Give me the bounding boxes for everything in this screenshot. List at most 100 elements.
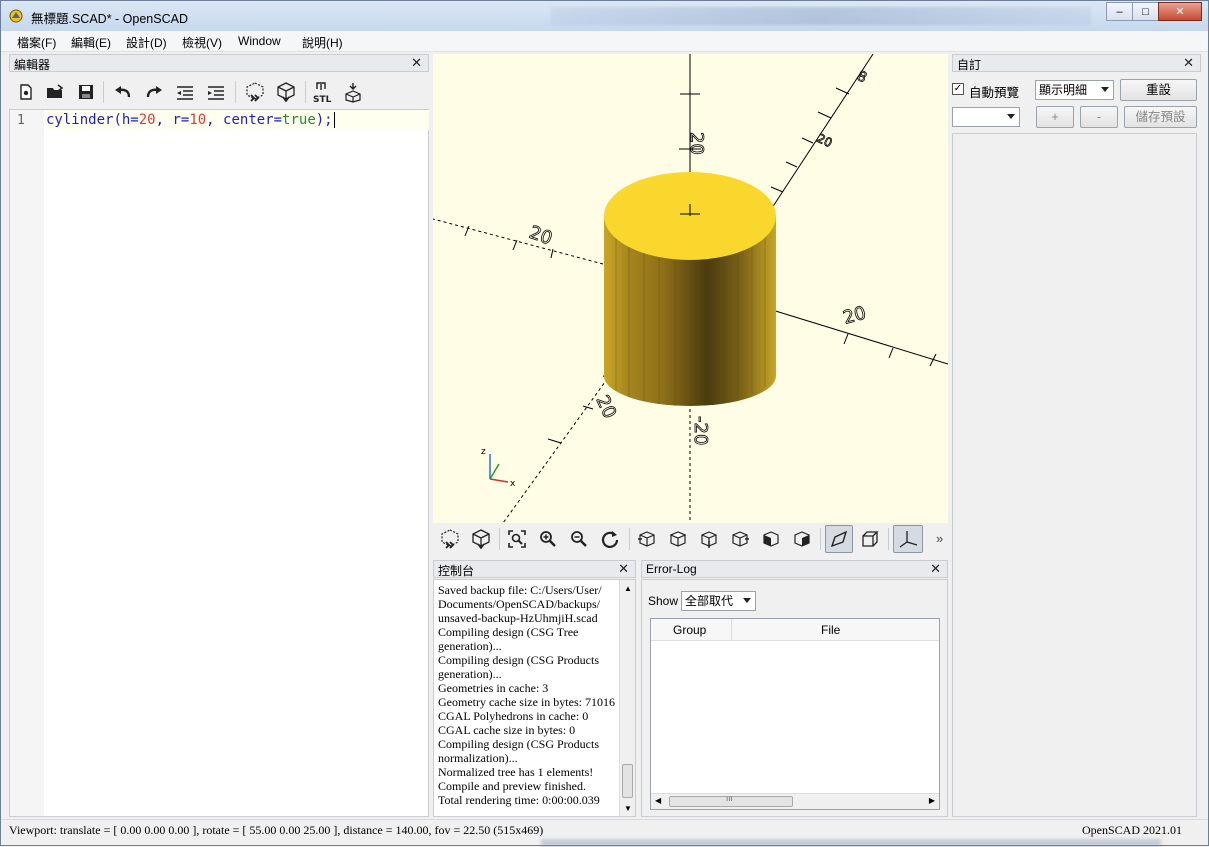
console-line: Compile and preview finished.: [438, 779, 586, 793]
redo-button[interactable]: [142, 80, 166, 104]
y-neg-axis-label: 20: [591, 392, 620, 422]
view-bottom-button[interactable]: [697, 527, 721, 551]
view-back-button[interactable]: [790, 527, 814, 551]
view-all-button[interactable]: [505, 527, 529, 551]
add-preset-button[interactable]: +: [1036, 106, 1074, 128]
console-scrollbar[interactable]: ▲ ▼: [619, 580, 635, 816]
errorlog-panel-title: Error-Log: [646, 562, 697, 576]
preset-select[interactable]: [952, 107, 1020, 127]
column-header-file[interactable]: File: [821, 623, 840, 637]
unindent-button[interactable]: [173, 80, 197, 104]
show-filter-value: 全部取代: [685, 594, 734, 608]
errorlog-table[interactable]: Group File ◀ ııı ▶: [650, 618, 940, 810]
scroll-down-arrow-icon[interactable]: ▼: [624, 804, 632, 813]
export-stl-button[interactable]: STL: [311, 80, 335, 104]
console-line: generation)...: [438, 667, 502, 681]
save-button[interactable]: [74, 80, 98, 104]
reset-view-button[interactable]: [598, 527, 622, 551]
code-number: 20: [138, 112, 156, 128]
menu-window[interactable]: Window: [238, 34, 281, 48]
scroll-left-arrow-icon[interactable]: ◀: [655, 796, 661, 805]
perspective-icon: [830, 530, 848, 548]
reset-button[interactable]: 重設: [1120, 79, 1197, 101]
gizmo-z-label: z: [481, 447, 486, 457]
title-bar: 無標題.SCAD* - OpenSCAD – □ ✕: [1, 1, 1208, 31]
errorlog-table-header: Group File: [651, 619, 939, 641]
open-file-button[interactable]: [43, 80, 67, 104]
console-line: Geometry cache size in bytes: 71016: [438, 695, 615, 709]
show-axes-button[interactable]: [893, 525, 923, 553]
console-panel-header: 控制台 ✕: [433, 560, 636, 578]
column-header-group[interactable]: Group: [673, 623, 706, 637]
zoom-out-icon: [571, 531, 587, 547]
menu-file[interactable]: 檔案(F): [17, 34, 56, 51]
view-preview-button[interactable]: [438, 527, 462, 551]
detail-level-select[interactable]: 顯示明細: [1035, 80, 1114, 100]
console-line: Normalized tree has 1 elements!: [438, 765, 594, 779]
console-scroll-thumb[interactable]: [622, 764, 633, 798]
maximize-button[interactable]: □: [1132, 2, 1159, 21]
auto-preview-checkbox[interactable]: ✓: [952, 83, 964, 95]
y-axis-negative: [502, 363, 619, 523]
menu-view[interactable]: 檢視(V): [182, 34, 222, 51]
console-line: generation)...: [438, 639, 502, 653]
console-line: Documents/OpenSCAD/backups/: [438, 597, 600, 611]
console-output[interactable]: Saved backup file: C:/Users/User/Documen…: [433, 579, 636, 817]
code-line[interactable]: cylinder(h=20, r=10, center=true);​: [46, 112, 335, 128]
show-axes-icon: [899, 531, 918, 548]
y-axis-tick-label: 8: [854, 68, 869, 86]
undo-button[interactable]: [111, 80, 135, 104]
toolbar-separator: [499, 528, 500, 550]
errorlog-scroll-thumb[interactable]: ııı: [669, 794, 793, 807]
menu-help[interactable]: 說明(H): [302, 34, 343, 51]
column-divider: [731, 619, 732, 641]
minimize-button[interactable]: –: [1106, 2, 1133, 21]
view-right-icon: [638, 531, 655, 547]
console-close-button[interactable]: ✕: [618, 561, 629, 577]
editor-close-button[interactable]: ✕: [411, 55, 422, 71]
remove-preset-button[interactable]: -: [1080, 106, 1118, 128]
version-text: OpenSCAD 2021.01: [1081, 823, 1182, 837]
customizer-close-button[interactable]: ✕: [1183, 55, 1194, 71]
show-filter-select[interactable]: 全部取代: [681, 591, 756, 611]
render-icon: [277, 82, 295, 103]
scroll-up-arrow-icon[interactable]: ▲: [624, 584, 632, 593]
code-editor[interactable]: 1 cylinder(h=20, r=10, center=true);​: [9, 109, 429, 817]
menu-edit[interactable]: 編輯(E): [71, 34, 111, 51]
view-front-icon: [763, 531, 779, 547]
new-file-icon: [20, 84, 32, 100]
menu-design[interactable]: 設計(D): [126, 34, 167, 51]
send-to-3d-print-button[interactable]: [341, 80, 365, 104]
indent-button[interactable]: [204, 80, 228, 104]
3d-viewport[interactable]: 20 8 20 20 20 20 -20 z x: [433, 54, 948, 523]
axis-gizmo: z x: [481, 447, 516, 489]
view-back-icon: [794, 531, 810, 547]
code-boolean: true: [282, 112, 316, 128]
view-top-button[interactable]: [666, 527, 690, 551]
render-icon: [472, 529, 490, 550]
close-window-button[interactable]: ✕: [1158, 2, 1202, 21]
menu-bar: 檔案(F) 編輯(E) 設計(D) 檢視(V) Window 說明(H): [1, 31, 1208, 52]
preview-button[interactable]: [243, 80, 267, 104]
view-render-button[interactable]: [469, 527, 493, 551]
line-number-gutter: 1: [10, 110, 44, 816]
scroll-right-arrow-icon[interactable]: ▶: [929, 796, 935, 805]
errorlog-close-button[interactable]: ✕: [930, 561, 941, 577]
console-line: Compiling design (CSG Products: [438, 653, 600, 667]
view-bottom-icon: [701, 531, 717, 548]
zoom-out-button[interactable]: [567, 527, 591, 551]
zoom-in-button[interactable]: [536, 527, 560, 551]
errorlog-hscrollbar[interactable]: ◀ ııı ▶: [651, 793, 939, 809]
view-front-button[interactable]: [759, 527, 783, 551]
preview-icon: [441, 529, 459, 549]
new-file-button[interactable]: [14, 80, 38, 104]
toolbar-overflow-button[interactable]: »: [936, 531, 943, 546]
render-button[interactable]: [274, 80, 298, 104]
editor-panel-title: 編輯器: [14, 58, 51, 72]
orthogonal-button[interactable]: [858, 527, 882, 551]
perspective-button[interactable]: [825, 525, 853, 553]
grip-icon: ııı: [726, 794, 733, 803]
view-right-button[interactable]: [635, 527, 659, 551]
view-left-button[interactable]: [728, 527, 752, 551]
save-preset-button[interactable]: 儲存預設: [1124, 106, 1197, 128]
